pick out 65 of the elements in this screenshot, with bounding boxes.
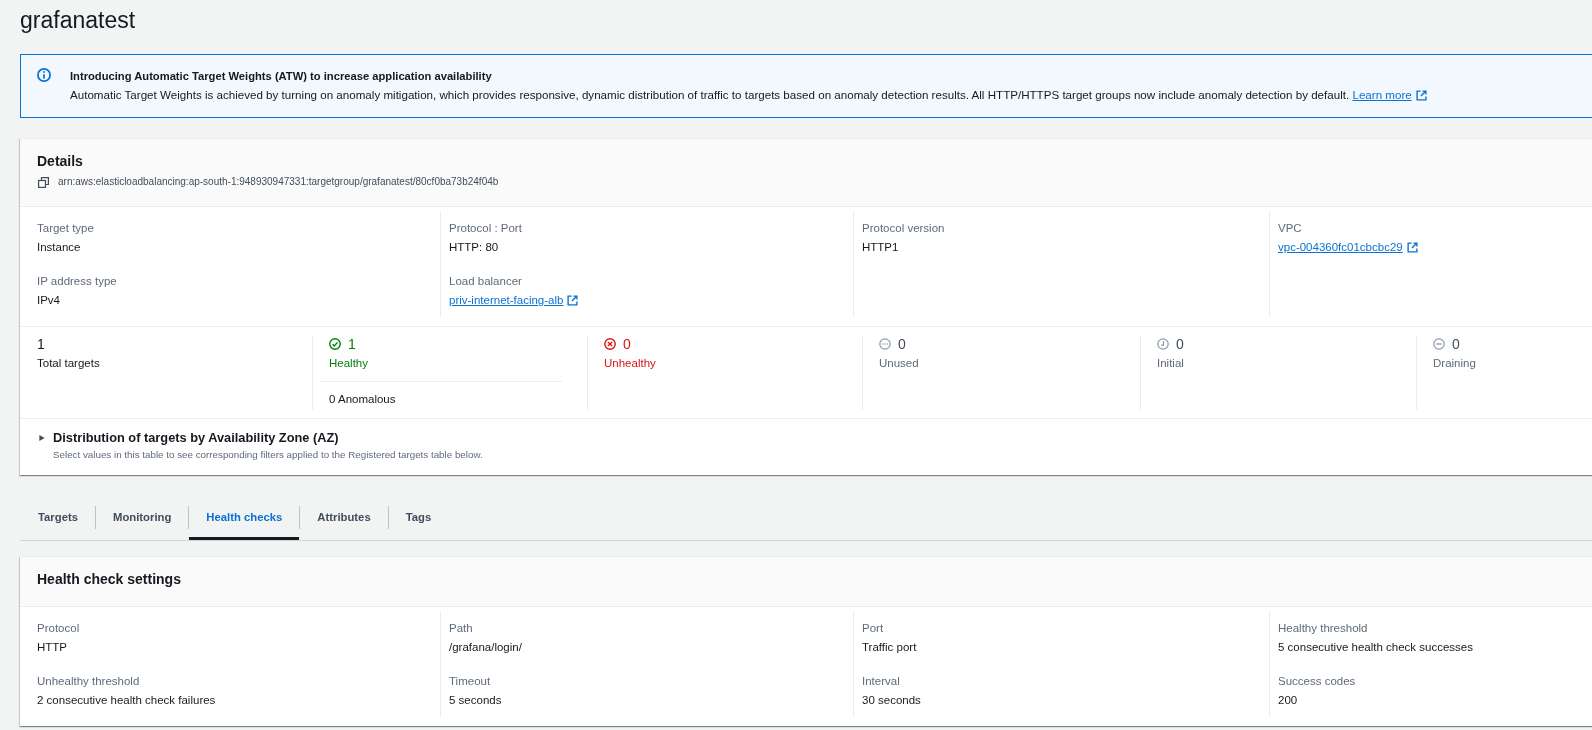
target-count: 0 [1176, 335, 1184, 353]
status-label: Healthy [329, 356, 368, 371]
field-label: Protocol [37, 621, 80, 636]
status-label: Draining [1433, 356, 1476, 371]
tab[interactable]: Targets [21, 501, 95, 540]
section-description: Select values in this table to see corresponding filters applied to the Registered targets table below. [53, 448, 483, 462]
field-label: Healthy threshold [1278, 621, 1368, 636]
section-title: Health check settings [37, 570, 181, 588]
field-value: 5 consecutive health check successes [1278, 640, 1473, 655]
x-circle-icon [604, 338, 616, 350]
field-value: HTTP: 80 [449, 240, 499, 255]
field-label: Success codes [1278, 674, 1356, 689]
external-link-icon [1415, 89, 1427, 101]
field-label: Interval [862, 674, 900, 689]
page-title: grafanatest [20, 6, 136, 34]
field-label: Protocol version [862, 221, 945, 236]
tab[interactable]: Health checks [189, 501, 300, 540]
field-label: Port [862, 621, 884, 636]
field-value: 30 seconds [862, 693, 921, 708]
value-link[interactable]: vpc-004360fc01cbcbc29 [1278, 238, 1418, 256]
field-label: Unhealthy threshold [37, 674, 140, 689]
minus-circle-icon [1433, 338, 1445, 350]
copy-icon[interactable] [38, 176, 49, 188]
tab[interactable]: Attributes [300, 501, 388, 540]
field-label: Path [449, 621, 473, 636]
status-label: Unused [879, 356, 919, 371]
external-link-icon [567, 294, 579, 306]
section-title: Details [37, 152, 83, 170]
field-label: Target type [37, 221, 94, 236]
field-label: IP address type [37, 274, 117, 289]
learn-more-link[interactable]: Learn more [1352, 86, 1427, 104]
banner-title: Introducing Automatic Target Weights (ATW) to increase application availability [70, 69, 492, 84]
status-label: Unhealthy [604, 356, 656, 371]
target-count: 0 [898, 335, 906, 353]
target-count: 1 [37, 335, 45, 353]
external-link-icon [1406, 241, 1418, 253]
field-value: HTTP1 [862, 240, 899, 255]
target-count: 0 [623, 335, 631, 353]
field-value: 5 seconds [449, 693, 502, 708]
field-value: 200 [1278, 693, 1298, 708]
field-value: /grafana/login/ [449, 640, 522, 655]
field-value: Instance [37, 240, 81, 255]
check-circle-icon [329, 338, 341, 350]
banner-message: Automatic Target Weights is achieved by turning on anomaly mitigation, which provides responsive, dynamic distribution of traffic to targets based on anomaly detection results. All HTTP/HTTPS target groups now include anomaly detection by default. Learn more [70, 86, 1427, 104]
field-value: Traffic port [862, 640, 917, 655]
field-value: 2 consecutive health check failures [37, 693, 216, 708]
anomalous-count: 0 Anomalous [329, 393, 396, 405]
field-value: IPv4 [37, 293, 60, 308]
info-icon [37, 68, 51, 82]
tab[interactable]: Tags [388, 501, 449, 540]
arn-text: arn:aws:elasticloadbalancing:ap-south-1:948930947331:targetgroup/grafanatest/80cf0ba73b24f04b [58, 175, 499, 189]
value-link[interactable]: priv-internet-facing-alb [449, 291, 579, 309]
field-label: Load balancer [449, 274, 522, 289]
clock-icon [1157, 338, 1169, 350]
status-label: Initial [1157, 356, 1184, 371]
dots-circle-icon [879, 338, 891, 350]
field-label: VPC [1278, 221, 1302, 236]
target-count: 0 [1452, 335, 1460, 353]
field-label: Timeout [449, 674, 491, 689]
status-label: Total targets [37, 356, 100, 371]
field-label: Protocol : Port [449, 221, 522, 236]
distribution-toggle[interactable]: Distribution of targets by Availability Zone (AZ) [37, 429, 339, 447]
tab[interactable]: Monitoring [96, 501, 189, 540]
field-value: HTTP [37, 640, 68, 655]
target-count: 1 [348, 335, 356, 353]
